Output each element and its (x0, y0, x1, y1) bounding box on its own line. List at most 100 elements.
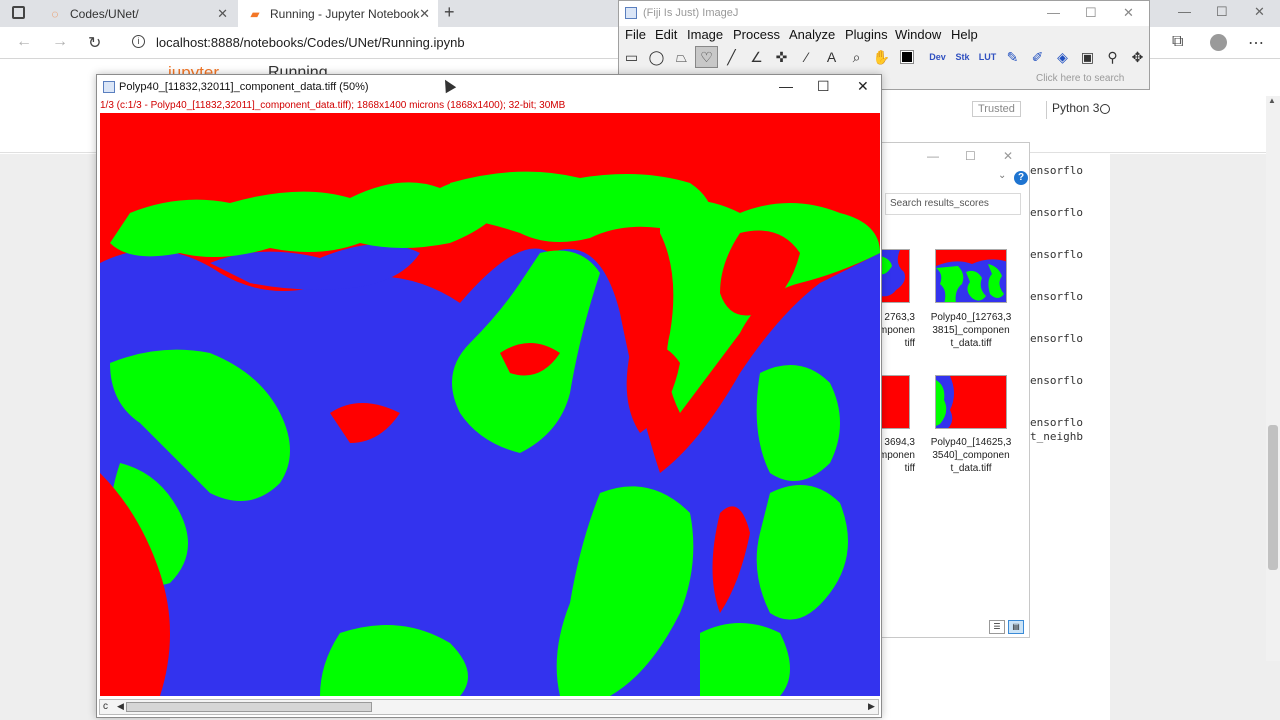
more-menu-icon[interactable]: ⋯ (1248, 33, 1264, 53)
imagej-maximize-icon[interactable]: ☐ (1085, 5, 1097, 21)
thumbnail-image (936, 250, 1006, 302)
tab-actions-icon[interactable] (12, 6, 25, 19)
scroll-up-icon[interactable]: ▲ (1268, 96, 1276, 105)
code-output-line: ensorflo (1030, 416, 1083, 429)
code-output-line: ensorflo (1030, 374, 1083, 387)
explorer-maximize-icon[interactable]: ☐ (965, 149, 976, 163)
brush-tool-icon[interactable]: ✐ (1026, 46, 1049, 68)
file-thumbnail[interactable] (935, 375, 1007, 429)
file-thumbnail[interactable] (935, 249, 1007, 303)
magnifier-icon[interactable]: ⚲ (1101, 46, 1124, 68)
site-info-icon[interactable]: i (132, 35, 145, 48)
hand-tool-icon[interactable]: ✋ (870, 46, 893, 68)
close-tab-icon[interactable]: ✕ (419, 6, 430, 22)
tab-label: Codes/UNet/ (70, 6, 139, 21)
scroll-right-icon[interactable]: ▶ (868, 701, 875, 712)
code-output-line: ensorflo (1030, 290, 1083, 303)
rectangle-tool-icon[interactable]: ▭ (620, 46, 643, 68)
channel-label: c (103, 701, 108, 712)
angle-tool-icon[interactable]: ∠ (745, 46, 768, 68)
freehand-tool-icon[interactable]: ♡ (695, 46, 718, 68)
file-name-line: tiff (904, 463, 915, 474)
file-name-line: Polyp40_[14625,3 (930, 437, 1012, 448)
file-name-line: t_data.tiff (950, 338, 992, 349)
color-picker-icon[interactable] (895, 46, 918, 68)
segmentation-image[interactable] (100, 113, 880, 696)
file-name-line: tiff (904, 338, 915, 349)
wand-tool-icon[interactable]: ⁄ (795, 46, 818, 68)
explorer-close-icon[interactable]: ✕ (1003, 149, 1013, 163)
reload-icon[interactable]: ↻ (88, 33, 101, 53)
lut-tools-icon[interactable]: LUT (976, 46, 999, 68)
tab-running-notebook[interactable]: ▰ Running - Jupyter Notebook ✕ (238, 0, 438, 27)
file-name[interactable]: Polyp40_[12763,3 3815]_componen t_data.t… (929, 311, 1013, 350)
code-output-line: ensorflo (1030, 332, 1083, 345)
image-window: Polyp40_[11832,32011]_component_data.tif… (96, 74, 882, 718)
file-name[interactable]: Polyp40_[14625,3 3540]_componen t_data.t… (929, 436, 1013, 475)
imagej-close-icon[interactable]: ✕ (1123, 5, 1134, 21)
thumbnail-image (936, 376, 1006, 428)
imagej-minimize-icon[interactable]: — (1047, 5, 1060, 20)
help-icon[interactable]: ? (1014, 171, 1028, 185)
dev-tools-icon[interactable]: Dev (926, 46, 949, 68)
image-close-icon[interactable]: ✕ (857, 78, 869, 95)
forward-icon[interactable]: → (52, 33, 68, 51)
chevron-down-icon[interactable]: ⌄ (998, 170, 1006, 181)
point-tool-icon[interactable]: ✜ (770, 46, 793, 68)
explorer-search-input[interactable]: Search results_scores (885, 193, 1021, 215)
back-icon[interactable]: ← (16, 33, 32, 51)
channel-scroll-thumb[interactable] (126, 702, 372, 712)
text-tool-icon[interactable]: A (820, 46, 843, 68)
pencil-tool-icon[interactable]: ✎ (1001, 46, 1024, 68)
url-field[interactable]: localhost:8888/notebooks/Codes/UNet/Runn… (156, 35, 465, 50)
explorer-minimize-icon[interactable]: — (927, 149, 939, 163)
menu-image[interactable]: Image (687, 27, 723, 42)
zoom-tool-icon[interactable]: ⌕ (845, 46, 868, 68)
menu-process[interactable]: Process (733, 27, 780, 42)
imagej-title: (Fiji Is Just) ImageJ (643, 7, 739, 19)
page-scrollbar[interactable] (1266, 96, 1280, 661)
kernel-status-icon (1100, 104, 1110, 114)
thumbnail-image (880, 250, 909, 302)
image-title: Polyp40_[11832,32011]_component_data.tif… (119, 81, 369, 93)
menu-file[interactable]: File (625, 27, 646, 42)
close-window-icon[interactable]: ✕ (1254, 4, 1265, 20)
overlay-tool-icon[interactable]: ▣ (1076, 46, 1099, 68)
minimize-icon[interactable]: — (1178, 4, 1191, 19)
image-minimize-icon[interactable]: — (779, 78, 793, 94)
close-tab-icon[interactable]: ✕ (217, 6, 228, 22)
file-name-line: Polyp40_[12763,3 (930, 312, 1012, 323)
line-tool-icon[interactable]: ╱ (720, 46, 743, 68)
collections-icon[interactable]: ⧉ (1172, 33, 1183, 51)
oval-tool-icon[interactable]: ◯ (645, 46, 668, 68)
trusted-badge[interactable]: Trusted (972, 101, 1021, 117)
menu-edit[interactable]: Edit (655, 27, 677, 42)
stack-tools-icon[interactable]: Stk (951, 46, 974, 68)
image-maximize-icon[interactable]: ☐ (817, 78, 830, 95)
code-output-line: t_neighb (1030, 430, 1083, 443)
tab-codes-unet[interactable]: ◌ Codes/UNet/ ✕ (38, 0, 236, 27)
scroll-left-icon[interactable]: ◀ (117, 701, 124, 712)
image-window-titlebar[interactable]: Polyp40_[11832,32011]_component_data.tif… (97, 75, 881, 100)
imagej-status-bar[interactable]: Click here to search (1036, 73, 1124, 84)
menu-plugins[interactable]: Plugins (845, 27, 888, 42)
maximize-icon[interactable]: ☐ (1216, 4, 1228, 20)
new-tab-icon[interactable]: + (444, 2, 455, 23)
file-thumbnail[interactable] (880, 249, 910, 303)
code-output-line: ensorflo (1030, 206, 1083, 219)
details-view-icon[interactable]: ☰ (989, 620, 1005, 634)
page-scroll-thumb[interactable] (1268, 425, 1278, 570)
menu-help[interactable]: Help (951, 27, 978, 42)
file-thumbnail[interactable] (880, 375, 910, 429)
file-name-line: 3540]_componen (932, 450, 1010, 461)
polygon-tool-icon[interactable]: ⏢ (670, 46, 693, 68)
menu-window[interactable]: Window (895, 27, 941, 42)
channel-scrollbar[interactable]: c ◀ ▶ (99, 699, 879, 715)
large-icons-view-icon[interactable]: ▤ (1008, 620, 1024, 634)
file-explorer-window: — ☐ ✕ ⌄ ? Search results_scores 2763,3 c… (868, 142, 1030, 638)
flood-fill-icon[interactable]: ◈ (1051, 46, 1074, 68)
file-name-line: 2763,3 (884, 312, 915, 323)
menu-analyze[interactable]: Analyze (789, 27, 835, 42)
profile-avatar[interactable] (1210, 34, 1227, 51)
move-tool-icon[interactable]: ✥ (1126, 46, 1149, 68)
